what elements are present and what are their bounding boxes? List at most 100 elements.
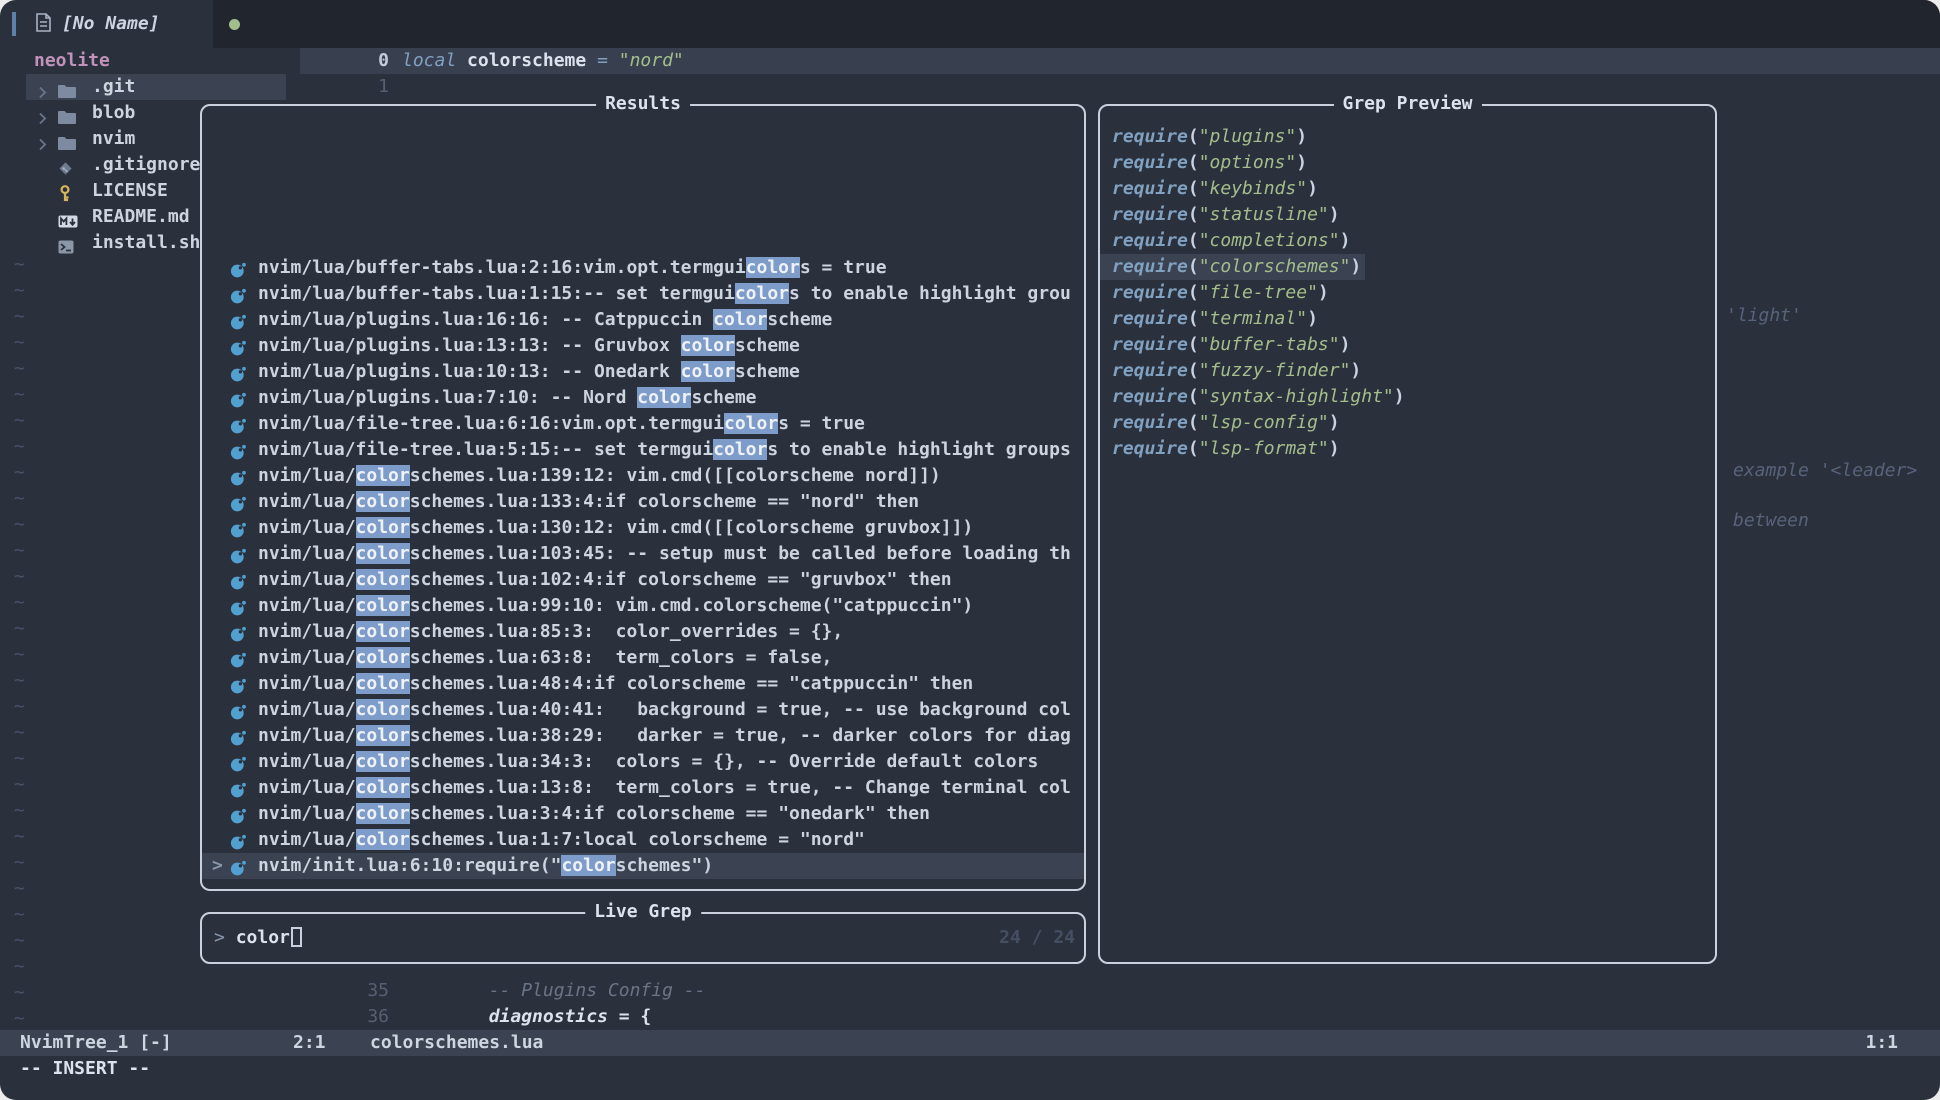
tree-item-label: README.md [92,204,190,230]
result-row[interactable]: >nvim/init.lua:6:10:require("colorscheme… [202,853,1084,879]
result-text: nvim/lua/file-tree.lua:5:15:-- set termg… [258,437,1071,463]
result-row[interactable]: nvim/lua/colorschemes.lua:85:3: color_ov… [202,619,1084,645]
result-row[interactable]: nvim/lua/colorschemes.lua:103:45: -- set… [202,541,1084,567]
result-row[interactable]: nvim/lua/colorschemes.lua:13:8: term_col… [202,775,1084,801]
lua-icon [230,364,246,385]
result-text: nvim/lua/colorschemes.lua:103:45: -- set… [258,541,1071,567]
match-highlight: color [356,699,410,720]
preview-line[interactable]: require("options") [1100,150,1307,176]
result-text: nvim/lua/plugins.lua:13:13: -- Gruvbox c… [258,333,800,359]
empty-line-tilde: ~ [14,304,34,330]
livegrep-window: Live Grep > color 24 / 24 [200,912,1086,964]
results-list: nvim/lua/buffer-tabs.lua:2:16:vim.opt.te… [202,255,1084,879]
result-row[interactable]: nvim/lua/buffer-tabs.lua:1:15:-- set ter… [202,281,1084,307]
match-highlight: color [356,569,410,590]
result-row[interactable]: nvim/lua/colorschemes.lua:40:41: backgro… [202,697,1084,723]
preview-line[interactable]: require("file-tree") [1100,280,1329,306]
empty-line-tilde: ~ [14,616,34,642]
empty-line-tilde: ~ [14,486,34,512]
require-keyword: require [1112,282,1188,303]
result-row[interactable]: nvim/lua/colorschemes.lua:130:12: vim.cm… [202,515,1084,541]
result-row[interactable]: nvim/lua/colorschemes.lua:99:10: vim.cmd… [202,593,1084,619]
preview-line[interactable]: require("plugins") [1100,124,1307,150]
preview-line[interactable]: require("terminal") [1100,306,1318,332]
empty-line-tilde: ~ [14,408,34,434]
result-text: nvim/lua/colorschemes.lua:34:3: colors =… [258,749,1038,775]
preview-title: Grep Preview [1333,91,1481,117]
lua-icon [230,650,246,671]
tree-item--git[interactable]: .git [0,74,300,100]
result-row[interactable]: nvim/lua/colorschemes.lua:3:4:if colorsc… [202,801,1084,827]
result-row[interactable]: nvim/lua/colorschemes.lua:38:29: darker … [202,723,1084,749]
module-string: "lsp-config" [1199,412,1329,433]
lua-icon [230,260,246,281]
result-row[interactable]: nvim/lua/colorschemes.lua:48:4:if colors… [202,671,1084,697]
match-highlight: color [356,543,410,564]
search-input[interactable]: > color [214,925,302,951]
tilde-column: ~~~~~~~~~~~~~~~~~~~~~~~~~~~~~~ [14,252,34,1032]
match-highlight: color [713,439,767,460]
require-keyword: require [1112,230,1188,251]
lua-icon [230,728,246,749]
require-keyword: require [1112,412,1188,433]
tab-noname[interactable]: [No Name] [62,11,160,37]
result-row[interactable]: nvim/lua/colorschemes.lua:133:4:if color… [202,489,1084,515]
result-row[interactable]: nvim/lua/file-tree.lua:5:15:-- set termg… [202,437,1084,463]
tree-item-label: .gitignore [92,152,200,178]
empty-line-tilde: ~ [14,902,34,928]
empty-line-tilde: ~ [14,746,34,772]
preview-line[interactable]: require("lsp-format") [1100,436,1340,462]
preview-line[interactable]: require("colorschemes") [1100,254,1365,280]
editor-line-35[interactable]: -- Plugins Config -- [402,978,705,1004]
require-keyword: require [1112,256,1188,277]
result-text: nvim/init.lua:6:10:require("colorschemes… [258,853,713,879]
tabline-background [213,0,1940,48]
result-row[interactable]: nvim/lua/colorschemes.lua:34:3: colors =… [202,749,1084,775]
preview-line[interactable]: require("lsp-config") [1100,410,1340,436]
result-row[interactable]: nvim/lua/colorschemes.lua:63:8: term_col… [202,645,1084,671]
preview-list: require("plugins")require("options")requ… [1100,124,1715,462]
require-keyword: require [1112,204,1188,225]
match-highlight: color [356,465,410,486]
search-query-text: color [236,927,290,948]
editor-line-0[interactable]: local colorscheme = "nord" [402,48,684,74]
result-row[interactable]: nvim/lua/plugins.lua:7:10: -- Nord color… [202,385,1084,411]
tab-indicator-bar [12,12,16,36]
result-text: nvim/lua/plugins.lua:16:16: -- Catppucci… [258,307,832,333]
preview-line[interactable]: require("buffer-tabs") [1100,332,1350,358]
result-row[interactable]: nvim/lua/file-tree.lua:6:16:vim.opt.term… [202,411,1084,437]
empty-line-tilde: ~ [14,642,34,668]
module-string: "fuzzy-finder" [1199,360,1351,381]
result-row[interactable]: nvim/lua/plugins.lua:10:13: -- Onedark c… [202,359,1084,385]
empty-line-tilde: ~ [14,798,34,824]
match-highlight: color [356,595,410,616]
preview-line[interactable]: require("syntax-highlight") [1100,384,1405,410]
empty-line-tilde: ~ [14,382,34,408]
lua-icon [230,494,246,515]
result-text: nvim/lua/buffer-tabs.lua:2:16:vim.opt.te… [258,255,887,281]
match-highlight: color [356,725,410,746]
lua-icon [230,442,246,463]
preview-line[interactable]: require("completions") [1100,228,1350,254]
result-row[interactable]: nvim/lua/plugins.lua:16:16: -- Catppucci… [202,307,1084,333]
line-number-0: 0 [300,48,389,74]
statusline-filename: colorschemes.lua [370,1030,543,1056]
tree-item-label: install.sh [92,230,200,256]
lua-icon [230,572,246,593]
text-cursor [291,927,302,947]
empty-line-tilde: ~ [14,564,34,590]
preview-line[interactable]: require("keybinds") [1100,176,1318,202]
editor-line-36[interactable]: diagnostics = { [402,1004,651,1030]
match-highlight: color [561,855,615,876]
require-keyword: require [1112,152,1188,173]
lua-icon [230,858,246,879]
result-row[interactable]: nvim/lua/colorschemes.lua:102:4:if color… [202,567,1084,593]
result-text: nvim/lua/colorschemes.lua:3:4:if colorsc… [258,801,930,827]
result-row[interactable]: nvim/lua/buffer-tabs.lua:2:16:vim.opt.te… [202,255,1084,281]
result-row[interactable]: nvim/lua/colorschemes.lua:1:7:local colo… [202,827,1084,853]
preview-line[interactable]: require("statusline") [1100,202,1340,228]
result-row[interactable]: nvim/lua/plugins.lua:13:13: -- Gruvbox c… [202,333,1084,359]
preview-line[interactable]: require("fuzzy-finder") [1100,358,1361,384]
result-row[interactable]: nvim/lua/colorschemes.lua:139:12: vim.cm… [202,463,1084,489]
lua-icon [230,598,246,619]
